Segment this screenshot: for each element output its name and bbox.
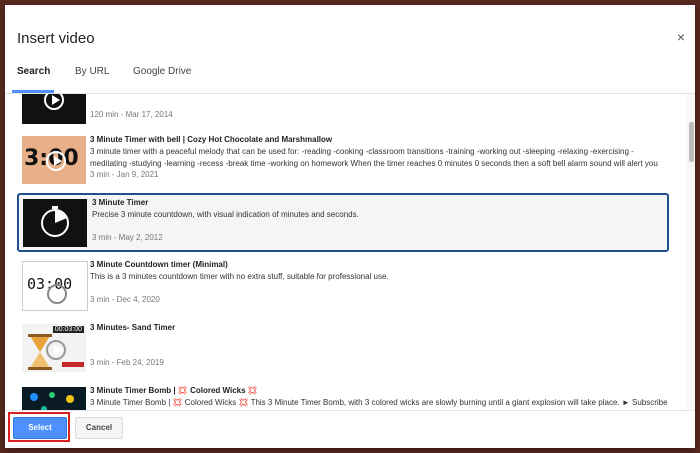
tab-search[interactable]: Search bbox=[17, 66, 50, 77]
play-icon bbox=[46, 151, 66, 171]
dialog-footer: Select Cancel bbox=[5, 410, 695, 448]
video-thumbnail: 00:03:00 bbox=[22, 324, 86, 372]
video-thumbnail bbox=[22, 387, 86, 410]
list-item[interactable]: 3 Minute Timer Bomb | 💢 Colored Wicks 💢 … bbox=[17, 383, 669, 410]
cancel-button[interactable]: Cancel bbox=[75, 417, 123, 439]
video-title: 3 Minute Timer bbox=[92, 198, 149, 207]
active-tab-indicator bbox=[12, 90, 54, 93]
play-icon bbox=[44, 94, 64, 110]
scrollbar-thumb[interactable] bbox=[689, 122, 694, 162]
video-description: 3 Minute Timer Bomb | 💢 Colored Wicks 💢 … bbox=[90, 398, 668, 407]
video-title: 3 Minute Timer Bomb | 💢 Colored Wicks 💢 bbox=[90, 386, 258, 395]
video-thumbnail: 03:00 bbox=[22, 261, 88, 311]
list-item[interactable]: 03:00 3 Minute Countdown timer (Minimal)… bbox=[17, 257, 669, 317]
list-item[interactable]: 3:00 3 Minute Timer with bell | Cozy Hot… bbox=[17, 132, 669, 192]
video-meta: 3 min - Dec 4, 2020 bbox=[90, 295, 160, 304]
close-icon[interactable]: × bbox=[677, 30, 685, 44]
video-results-list[interactable]: 120 min - Mar 17, 2014 3:00 3 Minute Tim… bbox=[5, 94, 695, 410]
tab-bar: Search By URL Google Drive bbox=[5, 57, 695, 94]
video-meta: 3 min - Feb 24, 2019 bbox=[90, 358, 164, 367]
video-meta: 120 min - Mar 17, 2014 bbox=[90, 110, 173, 119]
list-item[interactable]: 00:03:00 3 Minutes- Sand Timer 3 min - F… bbox=[17, 320, 669, 380]
list-item[interactable]: 120 min - Mar 17, 2014 bbox=[17, 94, 669, 132]
video-thumbnail bbox=[22, 94, 86, 124]
video-thumbnail bbox=[23, 199, 87, 247]
timer-icon bbox=[41, 206, 69, 237]
bomb-icon bbox=[30, 392, 74, 410]
tab-by-url[interactable]: By URL bbox=[75, 66, 109, 77]
video-description: 3 minute timer with a peaceful melody th… bbox=[90, 147, 658, 168]
video-title: 3 Minute Timer with bell | Cozy Hot Choc… bbox=[90, 135, 333, 144]
dialog-title: Insert video bbox=[17, 30, 95, 47]
list-item-selected[interactable]: 3 Minute Timer Precise 3 minute countdow… bbox=[17, 193, 669, 252]
video-meta: 3 min - Jan 9, 2021 bbox=[90, 170, 159, 179]
play-icon bbox=[46, 340, 66, 360]
thumbnail-text: 00:03:00 bbox=[52, 326, 84, 333]
video-title: 3 Minute Countdown timer (Minimal) bbox=[90, 260, 228, 269]
select-button[interactable]: Select bbox=[13, 417, 67, 439]
insert-video-dialog: Insert video × Search By URL Google Driv… bbox=[5, 5, 695, 448]
tab-google-drive[interactable]: Google Drive bbox=[133, 66, 191, 77]
video-description: Precise 3 minute countdown, with visual … bbox=[92, 210, 359, 219]
video-thumbnail: 3:00 bbox=[22, 136, 86, 184]
play-icon bbox=[47, 284, 67, 304]
video-title: 3 Minutes- Sand Timer bbox=[90, 323, 176, 332]
video-description: This is a 3 minutes countdown timer with… bbox=[90, 272, 389, 281]
video-meta: 3 min - May 2, 2012 bbox=[92, 233, 163, 242]
